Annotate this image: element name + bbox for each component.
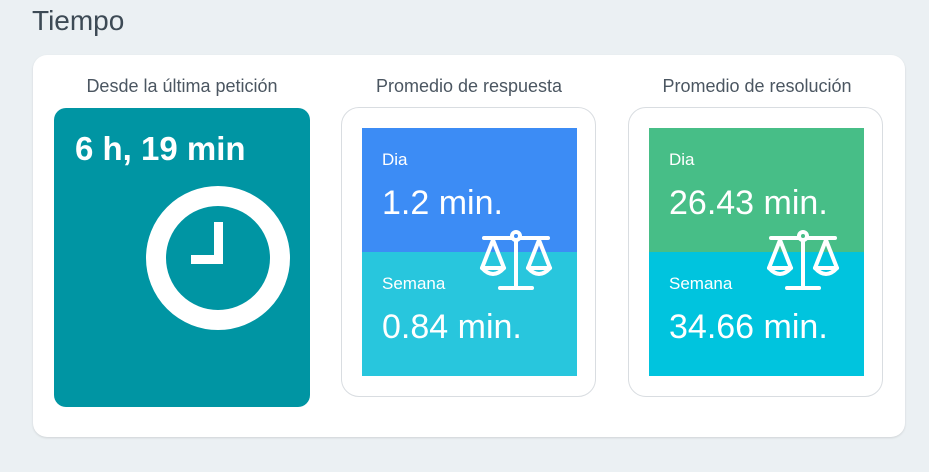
response-avg-panel: Dia 1.2 min. Semana 0.84 min. xyxy=(362,128,577,376)
response-day-label: Dia xyxy=(382,150,408,169)
resolution-avg-frame: Dia 26.43 min. Semana 34.66 min. xyxy=(628,107,883,397)
resolution-day-value: 26.43 min. xyxy=(669,184,828,222)
resolution-avg-label: Promedio de resolución xyxy=(662,76,852,96)
response-avg-label: Promedio de respuesta xyxy=(375,76,563,96)
last-request-value: 6 h, 19 min xyxy=(75,130,246,167)
response-avg-frame: Dia 1.2 min. Semana 0.84 min. xyxy=(341,107,596,397)
resolution-day-label: Dia xyxy=(669,150,695,169)
clock-icon xyxy=(146,186,290,330)
resolution-week-value: 34.66 min. xyxy=(669,308,828,346)
section-title: Tiempo xyxy=(32,5,125,36)
resolution-avg-panel: Dia 26.43 min. Semana 34.66 min. xyxy=(649,128,864,376)
response-day-value: 1.2 min. xyxy=(382,184,503,222)
last-request-tile: 6 h, 19 min xyxy=(54,108,310,407)
response-week-label: Semana xyxy=(382,274,446,293)
scale-icon xyxy=(480,230,552,290)
response-week-value: 0.84 min. xyxy=(382,308,522,346)
resolution-week-label: Semana xyxy=(669,274,733,293)
scale-icon xyxy=(767,230,839,290)
last-request-label: Desde la última petición xyxy=(86,76,278,96)
